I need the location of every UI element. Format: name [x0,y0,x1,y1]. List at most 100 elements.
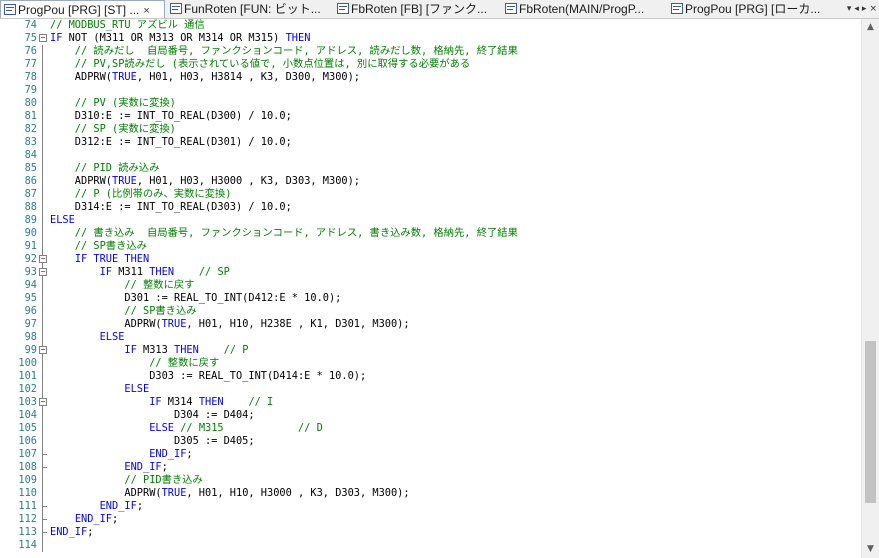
code-text: D304 := D404; [50,409,255,422]
code-line[interactable]: 94 // 整数に戻す [0,279,862,292]
code-line[interactable]: 90 // 書き込み 自局番号, ファンクションコード, アドレス, 書き込み数… [0,227,862,240]
code-line[interactable]: 79 [0,84,862,97]
code-line[interactable]: 82 // SP (実数に変換) [0,123,862,136]
code-line[interactable]: 105 ELSE // M315 // D [0,422,862,435]
code-line[interactable]: 101 D303 := REAL_TO_INT(D414:E * 10.0); [0,370,862,383]
line-number: 81 [24,110,37,122]
code-line[interactable]: 78 ADPRW(TRUE, H01, H03, H3814 , K3, D30… [0,71,862,84]
code-token: ; [186,448,193,460]
line-number: 90 [24,227,37,239]
code-line[interactable]: 114 [0,539,862,552]
collapse-icon[interactable]: − [39,34,47,42]
fold-guide-line [42,422,43,435]
collapse-icon[interactable]: − [39,346,47,354]
code-line[interactable]: 97 ADPRW(TRUE, H01, H10, H238E , K1, D30… [0,318,862,331]
tab-label: ProgPou [PRG] [ローカ... [685,2,821,16]
code-line[interactable]: 100 // 整数に戻す [0,357,862,370]
code-token: D305 := D405; [50,435,255,447]
fold-gutter [39,97,47,110]
code-line[interactable]: 88 D314:E := INT_TO_REAL(D303) / 10.0; [0,201,862,214]
tab-fbroten-fb[interactable]: FbRoten [FB] [ファンク... [334,0,501,18]
fold-gutter [39,214,47,227]
code-line[interactable]: 77 // PV,SP読みだし (表示されている値で, 小数点位置は, 別に取得… [0,58,862,71]
scrollbar-thumb[interactable] [865,341,876,503]
tab-funroten[interactable]: FunRoten [FUN: ビット... [167,0,333,18]
tab-progpou-local[interactable]: ProgPou [PRG] [ローカ... [668,0,834,18]
tab-scroll-right-icon[interactable]: ▸ [862,4,867,14]
code-line[interactable]: 84 [0,149,862,162]
tab-fbroten-main[interactable]: FbRoten(MAIN/ProgP... [502,0,667,18]
code-line[interactable]: 96 // SP書き込み [0,305,862,318]
tab-list-dropdown-icon[interactable]: ▾ [847,4,852,14]
code-line[interactable]: 83 D312:E := INT_TO_REAL(D301) / 10.0; [0,136,862,149]
code-line[interactable]: 75− IF NOT (M311 OR M313 OR M314 OR M315)… [0,32,862,45]
collapse-icon[interactable]: − [39,268,47,276]
comment-token: // PV (実数に変換) [50,97,176,109]
code-line[interactable]: 86 ADPRW(TRUE, H01, H03, H3000 , K3, D30… [0,175,862,188]
fold-guide-line [42,474,43,487]
st-code-editor[interactable]: 74// MODBUS_RTU アズビル 通信 75− IF NOT (M311 O… [0,19,862,558]
vertical-scrollbar[interactable]: ▲ ▼ [861,19,879,558]
code-line[interactable]: 109 // PID書き込み [0,474,862,487]
code-line[interactable]: 110 ADPRW(TRUE, H01, H10, H3000 , K3, D3… [0,487,862,500]
keyword-token: IF [149,396,162,408]
code-line[interactable]: 102 ELSE [0,383,862,396]
scroll-up-icon[interactable]: ▲ [862,19,879,36]
close-window-icon[interactable]: × [869,4,877,14]
keyword-token: IF [99,266,113,278]
code-text: IF M313 THEN // P [50,344,248,357]
code-text: D303 := REAL_TO_INT(D414:E * 10.0); [50,370,366,383]
close-icon[interactable]: × [143,2,149,18]
fold-guide-line [42,84,43,97]
comment-token: // M315 // D [180,422,323,434]
code-line[interactable]: 111 END_IF; [0,500,862,513]
code-token: M313 [136,344,175,356]
code-line[interactable]: 91 // SP書き込み [0,240,862,253]
editor-tab-bar: ProgPou [PRG] [ST] ... × FunRoten [FUN: ビ… [0,0,879,19]
code-line[interactable]: 87 // P (比例帯のみ、実数に変換) [0,188,862,201]
code-text: IF M314 THEN // I [50,396,273,409]
code-line[interactable]: 107 END_IF; [0,448,862,461]
code-line[interactable]: 108 END_IF; [0,461,862,474]
code-line[interactable]: 74 // MODBUS_RTU アズビル 通信 [0,19,862,32]
fold-guide-line [42,58,43,71]
code-line[interactable]: 89 ELSE [0,214,862,227]
code-line[interactable]: 104 D304 := D404; [0,409,862,422]
code-line[interactable]: 99− IF M313 THEN // P [0,344,862,357]
tab-progpou-st[interactable]: ProgPou [PRG] [ST] ... × [0,0,165,18]
line-number: 99 [24,344,37,356]
line-number: 93 [24,266,37,278]
code-line[interactable]: 113 END_IF; [0,526,862,539]
scroll-down-icon[interactable]: ▼ [862,541,879,558]
code-line[interactable]: 106 D305 := D405; [0,435,862,448]
code-line[interactable]: 93− IF M311 THEN // SP [0,266,862,279]
code-text: // 整数に戻す [50,279,194,292]
fold-guide-line [42,71,43,84]
code-line[interactable]: 95 D301 := REAL_TO_INT(D412:E * 10.0); [0,292,862,305]
code-token: ; [136,500,144,512]
line-number: 74 [24,19,37,31]
fold-gutter [39,383,47,396]
line-number: 89 [24,214,37,226]
keyword-token: THEN [285,32,311,44]
collapse-icon[interactable]: − [39,255,47,263]
code-text: // PV (実数に変換) [50,97,176,110]
fold-guide-line [42,279,43,292]
code-text: // SP書き込み [50,240,147,253]
code-text: IF M311 THEN // SP [50,266,230,279]
code-line[interactable]: 76 // 読みだし 自局番号, ファンクションコード, アドレス, 読みだし数… [0,45,862,58]
code-line[interactable]: 85 // PID 読み込み [0,162,862,175]
code-line[interactable]: 81 D310:E := INT_TO_REAL(D300) / 10.0; [0,110,862,123]
tab-scroll-left-icon[interactable]: ◂ [854,4,859,14]
code-line[interactable]: 112 END_IF; [0,513,862,526]
line-number: 91 [24,240,37,252]
collapse-icon[interactable]: − [39,398,47,406]
code-line[interactable]: 92− IF TRUE THEN [0,253,862,266]
code-line[interactable]: 80 // PV (実数に変換) [0,97,862,110]
code-token: M311 [112,266,150,278]
code-line[interactable]: 98 ELSE [0,331,862,344]
code-line[interactable]: 103− IF M314 THEN // I [0,396,862,409]
